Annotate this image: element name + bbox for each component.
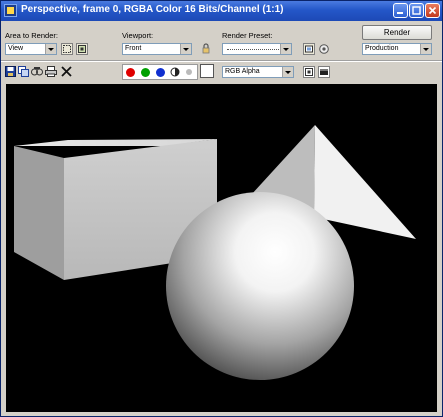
alpha-channel-icon[interactable] <box>170 67 180 77</box>
overlay-icon <box>305 68 313 76</box>
render-button[interactable]: Render <box>362 25 432 40</box>
preset-placeholder-line <box>227 49 279 50</box>
maximize-button[interactable] <box>409 3 424 18</box>
title-bar[interactable]: Perspective, frame 0, RGBA Color 16 Bits… <box>1 1 442 21</box>
render-preset-label: Render Preset: <box>222 31 273 40</box>
production-dropdown[interactable]: Production <box>362 43 432 55</box>
minimize-icon <box>397 12 403 14</box>
viewport-value: Front <box>125 45 142 52</box>
edit-region-button[interactable] <box>61 43 73 55</box>
auto-region-button[interactable] <box>76 43 88 55</box>
area-to-render-value: View <box>8 45 24 52</box>
chevron-down-icon <box>45 44 56 54</box>
viewport-dropdown[interactable]: Front <box>122 43 192 55</box>
red-channel-toggle[interactable] <box>126 68 135 77</box>
channel-display-dropdown[interactable]: RGB Alpha <box>222 66 294 78</box>
chevron-down-icon <box>282 67 293 77</box>
color-swatch[interactable] <box>200 64 214 78</box>
edit-region-icon <box>63 45 71 53</box>
production-value: Production <box>365 45 399 52</box>
viewport-label: Viewport: <box>122 31 154 40</box>
window-title: Perspective, frame 0, RGBA Color 16 Bits… <box>21 4 284 15</box>
toggle-ui-overlay-button[interactable] <box>303 66 315 78</box>
chevron-down-icon <box>420 44 431 54</box>
toolbar-divider <box>1 60 442 62</box>
channel-display-value: RGB Alpha <box>225 68 260 75</box>
toggle-ui-button[interactable] <box>318 66 330 78</box>
area-to-render-label: Area to Render: <box>5 31 58 40</box>
environment-icon[interactable] <box>318 43 330 55</box>
print-icon[interactable] <box>45 66 57 77</box>
rendered-scene <box>14 125 416 380</box>
lock-icon[interactable] <box>201 42 211 55</box>
close-button[interactable] <box>425 3 440 18</box>
render-setup-icon <box>305 45 313 53</box>
render-setup-button[interactable] <box>303 43 315 55</box>
box-left-face <box>14 146 64 280</box>
monochrome-icon[interactable] <box>184 67 194 77</box>
blue-channel-toggle[interactable] <box>156 68 165 77</box>
clone-window-icon[interactable] <box>31 66 43 77</box>
rendered-frame-window: Perspective, frame 0, RGBA Color 16 Bits… <box>0 0 443 417</box>
render-canvas <box>6 84 437 412</box>
chevron-down-icon <box>180 44 191 54</box>
minimize-button[interactable] <box>393 3 408 18</box>
app-icon <box>4 4 17 17</box>
sphere-object <box>166 192 354 380</box>
clear-icon[interactable] <box>61 66 72 77</box>
close-icon <box>428 6 437 15</box>
area-to-render-dropdown[interactable]: View <box>5 43 57 55</box>
auto-region-icon <box>78 45 86 53</box>
copy-image-icon[interactable] <box>18 66 29 77</box>
save-icon[interactable] <box>5 66 16 77</box>
frame-icon <box>320 69 328 75</box>
chevron-down-icon <box>280 44 291 54</box>
pyramid-right-face <box>314 125 416 239</box>
maximize-icon <box>412 6 421 15</box>
render-preset-dropdown[interactable] <box>222 43 292 55</box>
green-channel-toggle[interactable] <box>141 68 150 77</box>
